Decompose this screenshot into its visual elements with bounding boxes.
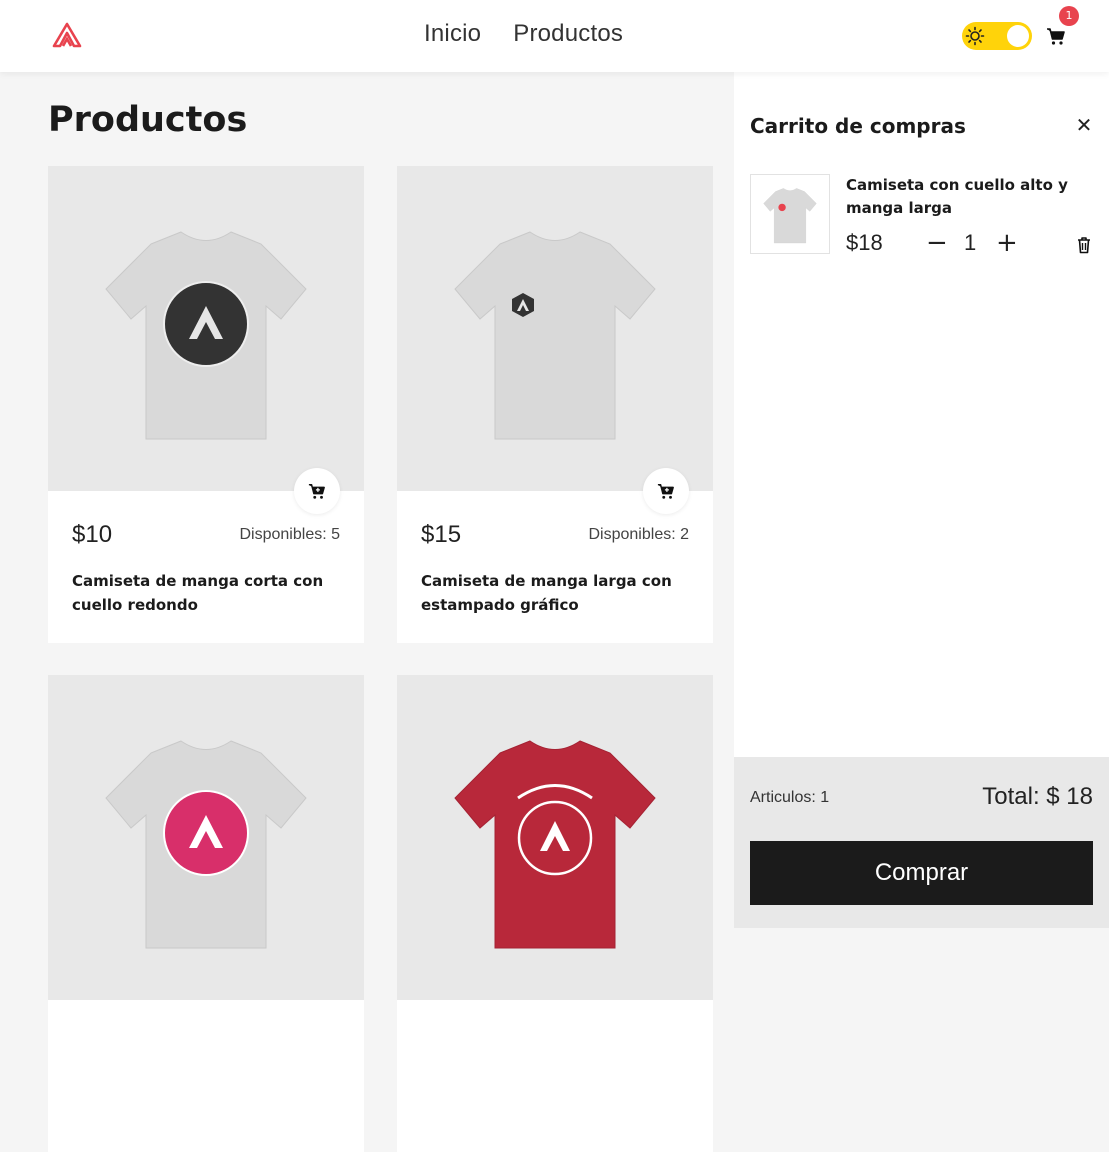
tshirt-image xyxy=(763,188,817,244)
nav-link-productos[interactable]: Productos xyxy=(513,20,623,48)
add-to-cart-button[interactable] xyxy=(294,468,340,514)
product-card xyxy=(397,675,713,1152)
cart-item-price: $18 xyxy=(846,230,883,255)
add-to-cart-button[interactable] xyxy=(643,468,689,514)
product-name[interactable]: Camiseta de manga corta con cuello redon… xyxy=(72,569,332,617)
trash-icon[interactable] xyxy=(1076,236,1092,254)
add-cart-icon xyxy=(657,483,674,499)
increase-quantity-button[interactable]: + xyxy=(996,228,1018,258)
product-image xyxy=(48,166,364,491)
product-name[interactable]: Camiseta de manga larga con estampado gr… xyxy=(421,569,681,617)
tshirt-image xyxy=(105,739,307,948)
nav-link-inicio[interactable]: Inicio xyxy=(424,20,481,48)
cart-item-count: Articulos: 1 xyxy=(750,789,830,806)
product-stock: Disponibles: 2 xyxy=(588,526,690,543)
brand-logo-icon[interactable] xyxy=(52,22,82,48)
product-grid: $10 Disponibles: 5 Camiseta de manga cor… xyxy=(48,166,714,1152)
tshirt-image xyxy=(454,230,656,439)
cart-item-thumbnail xyxy=(750,174,830,254)
decrease-quantity-button[interactable]: − xyxy=(926,228,948,258)
tshirt-image xyxy=(105,230,307,439)
product-price: $10 xyxy=(72,521,113,548)
cart-total: Total: $ 18 xyxy=(982,783,1093,810)
product-card xyxy=(48,675,364,1152)
sun-icon xyxy=(965,26,985,46)
product-card: $15 Disponibles: 2 Camiseta de manga lar… xyxy=(397,166,713,643)
product-image xyxy=(48,675,364,1000)
cart-panel: Carrito de compras ✕ Camiseta con cuello… xyxy=(734,72,1109,928)
product-image xyxy=(397,675,713,1000)
toggle-knob xyxy=(1007,25,1029,47)
close-icon[interactable]: ✕ xyxy=(1075,115,1093,135)
buy-button[interactable]: Comprar xyxy=(750,841,1093,905)
product-price: $15 xyxy=(421,521,462,548)
product-card: $10 Disponibles: 5 Camiseta de manga cor… xyxy=(48,166,364,643)
cart-item-name: Camiseta con cuello alto y manga larga xyxy=(846,176,1068,217)
product-image xyxy=(397,166,713,491)
product-stock: Disponibles: 5 xyxy=(239,526,341,543)
main-nav: Inicio Productos xyxy=(424,20,623,48)
tshirt-image xyxy=(454,739,656,948)
cart-title: Carrito de compras xyxy=(750,114,966,138)
cart-icon[interactable] xyxy=(1046,26,1066,46)
cart-footer: Articulos: 1 Total: $ 18 Comprar xyxy=(734,757,1109,928)
page-title: Productos xyxy=(48,100,248,140)
cart-item: Camiseta con cuello alto y manga larga $… xyxy=(750,174,1093,258)
add-cart-icon xyxy=(308,483,325,499)
cart-item-quantity: 1 xyxy=(964,230,977,255)
header: Inicio Productos 1 xyxy=(0,0,1109,72)
theme-toggle[interactable] xyxy=(962,22,1032,50)
cart-count-badge: 1 xyxy=(1059,6,1079,26)
